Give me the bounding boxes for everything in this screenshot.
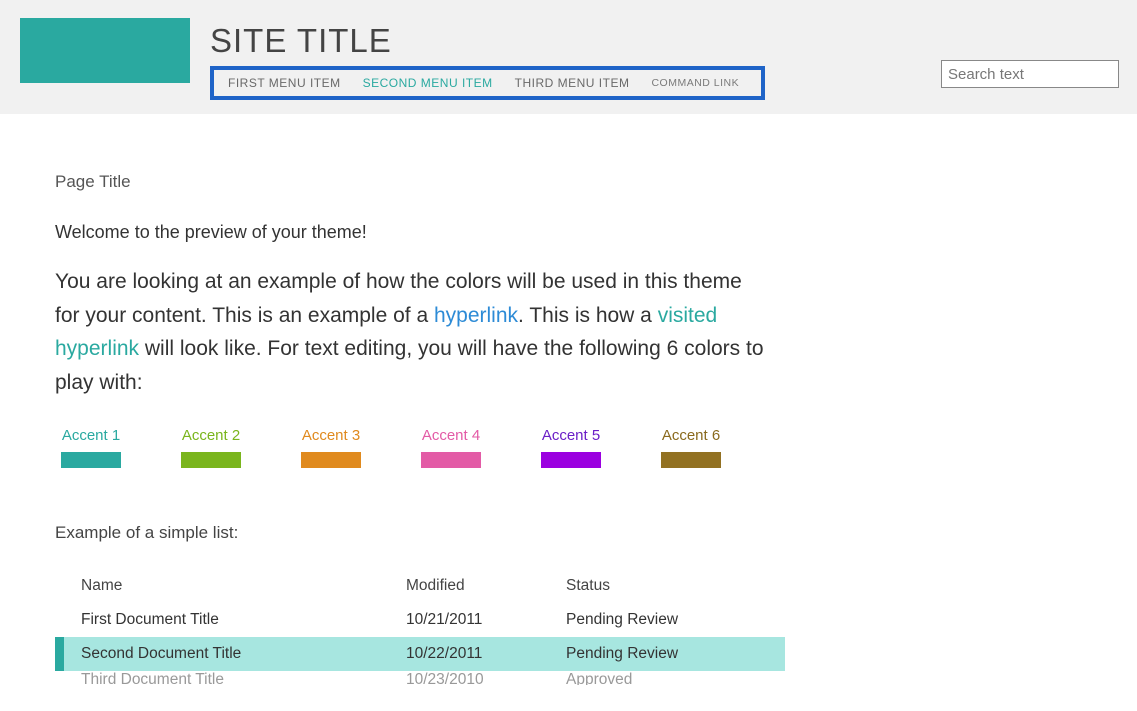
- para-segment-3: will look like. For text editing, you wi…: [55, 337, 764, 394]
- accent-5-label: Accent 5: [541, 427, 601, 444]
- accent-5: Accent 5: [541, 427, 601, 473]
- title-nav-group: SITE TITLE FIRST MENU ITEM SECOND MENU I…: [210, 18, 941, 100]
- accent-4: Accent 4: [421, 427, 481, 473]
- accent-4-swatch: [421, 452, 481, 468]
- search-input[interactable]: [941, 60, 1119, 88]
- cell-modified: 10/23/2010: [406, 671, 566, 677]
- site-logo[interactable]: [20, 18, 190, 83]
- page-content: Page Title Welcome to the preview of you…: [0, 114, 820, 685]
- example-hyperlink[interactable]: hyperlink: [434, 304, 518, 327]
- accent-1-label: Accent 1: [61, 427, 121, 444]
- accent-2-label: Accent 2: [181, 427, 241, 444]
- accent-swatches: Accent 1 Accent 2 Accent 3 Accent 4 Acce…: [61, 427, 765, 473]
- accent-1: Accent 1: [61, 427, 121, 473]
- table-row[interactable]: Third Document Title 10/23/2010 Approved: [55, 671, 785, 685]
- cell-status: Pending Review: [566, 611, 785, 629]
- nav-item-third[interactable]: THIRD MENU ITEM: [515, 76, 630, 90]
- accent-6-swatch: [661, 452, 721, 468]
- accent-6: Accent 6: [661, 427, 721, 473]
- accent-5-swatch: [541, 452, 601, 468]
- accent-1-swatch: [61, 452, 121, 468]
- col-header-name[interactable]: Name: [81, 577, 406, 595]
- accent-3-label: Accent 3: [301, 427, 361, 444]
- accent-4-label: Accent 4: [421, 427, 481, 444]
- search-wrap: [941, 60, 1119, 88]
- cell-name: Third Document Title: [81, 671, 406, 677]
- cell-name: First Document Title: [81, 611, 406, 629]
- list-section-title: Example of a simple list:: [55, 523, 765, 543]
- cell-modified: 10/22/2011: [406, 645, 566, 663]
- accent-3: Accent 3: [301, 427, 361, 473]
- top-nav: FIRST MENU ITEM SECOND MENU ITEM THIRD M…: [210, 66, 765, 100]
- cell-status: Pending Review: [566, 645, 785, 663]
- accent-3-swatch: [301, 452, 361, 468]
- welcome-text: Welcome to the preview of your theme!: [55, 222, 765, 243]
- accent-2: Accent 2: [181, 427, 241, 473]
- accent-2-swatch: [181, 452, 241, 468]
- nav-item-first[interactable]: FIRST MENU ITEM: [228, 76, 341, 90]
- col-header-modified[interactable]: Modified: [406, 577, 566, 595]
- table-header-row: Name Modified Status: [55, 569, 785, 603]
- cell-status: Approved: [566, 671, 785, 677]
- header-band: SITE TITLE FIRST MENU ITEM SECOND MENU I…: [0, 0, 1137, 114]
- site-title: SITE TITLE: [210, 22, 941, 60]
- cell-name: Second Document Title: [81, 645, 406, 663]
- selection-indicator: [55, 637, 64, 671]
- accent-6-label: Accent 6: [661, 427, 721, 444]
- cell-modified: 10/21/2011: [406, 611, 566, 629]
- body-paragraph: You are looking at an example of how the…: [55, 265, 765, 399]
- col-header-status[interactable]: Status: [566, 577, 785, 595]
- nav-command-link[interactable]: COMMAND LINK: [651, 77, 739, 89]
- table-row[interactable]: First Document Title 10/21/2011 Pending …: [55, 603, 785, 637]
- page-title: Page Title: [55, 172, 765, 192]
- document-list: Name Modified Status First Document Titl…: [55, 569, 785, 685]
- nav-item-second[interactable]: SECOND MENU ITEM: [363, 76, 493, 90]
- para-segment-2: . This is how a: [518, 304, 658, 327]
- table-row-selected[interactable]: Second Document Title 10/22/2011 Pending…: [55, 637, 785, 671]
